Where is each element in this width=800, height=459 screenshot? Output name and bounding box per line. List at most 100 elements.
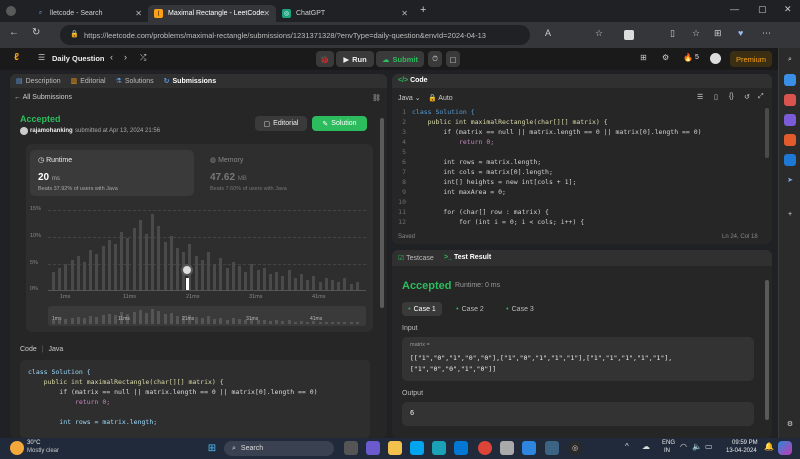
distribution-bar[interactable] [262,268,266,290]
chatgpt-icon[interactable]: ◎ [568,441,582,455]
notification-bell-icon[interactable]: 🔔 [764,442,774,451]
distribution-bar[interactable] [107,240,111,290]
link-icon[interactable]: ⛓ [372,94,381,102]
distribution-bar[interactable] [132,228,136,290]
distribution-bar[interactable] [120,232,124,290]
taskbar-search[interactable]: ⌕ Search [224,441,334,456]
language-indicator-2[interactable]: IN [664,448,670,454]
distribution-bar[interactable] [114,244,117,290]
problem-list-icon[interactable]: ☰ [38,53,45,62]
copilot-icon[interactable]: ♥ [738,28,743,38]
runtime-box[interactable]: ◷ Runtime 20 ms Beats 37.92% of users wi… [30,150,194,196]
distribution-bar[interactable] [324,278,328,290]
distribution-bar[interactable] [89,250,93,290]
distribution-bar[interactable] [163,242,167,290]
next-icon[interactable]: › [124,52,127,62]
shopping-icon[interactable] [784,74,796,86]
distribution-bar[interactable] [64,264,68,290]
tab-search[interactable]: ⌕ lletcode - Search ✕ [30,5,148,22]
distribution-bar[interactable] [176,248,179,290]
left-scrollbar[interactable] [380,118,384,308]
back-icon[interactable]: ← [9,27,19,38]
widgets-icon[interactable] [344,441,358,455]
solution-button[interactable]: ✎ Solution [312,116,367,131]
tab-leetcode[interactable]: ⟨ Maximal Rectangle - LeetCode ✕ [148,5,276,22]
avatar[interactable] [710,53,721,64]
settings-icon[interactable]: ⚙ [784,418,796,430]
distribution-bar[interactable] [244,272,248,290]
distribution-bar[interactable] [306,280,310,290]
case-1-tab[interactable]: • Case 1 [402,302,442,316]
range-slider[interactable]: 1ms 11ms 21ms 31ms 41ms [48,306,366,326]
clock-date[interactable]: 13-04-2024 [726,448,757,454]
distribution-bar[interactable] [312,276,316,290]
distribution-bar[interactable] [145,234,148,290]
distribution-bar[interactable] [349,284,353,290]
favorites-icon[interactable]: ☆ [692,28,700,39]
cloud-icon[interactable]: ☁ [642,442,650,451]
distribution-bar[interactable] [76,256,80,290]
distribution-bar[interactable] [337,282,341,290]
outlook-icon[interactable] [784,154,796,166]
monitor-icon[interactable] [522,441,536,455]
reset-icon[interactable]: ↺ [744,93,750,101]
split-screen-icon[interactable]: ▯ [670,28,675,39]
distribution-bar[interactable] [300,274,303,290]
close-icon[interactable]: ✕ [401,9,408,18]
format-icon[interactable]: {} [729,93,734,100]
new-tab-button[interactable]: + [420,4,426,16]
premium-button[interactable]: Premium [730,51,772,67]
close-icon[interactable]: ✕ [263,9,270,18]
notes-button[interactable]: ▢ [446,51,460,67]
search-icon[interactable]: ⌕ [784,54,796,66]
office-icon[interactable] [784,134,796,146]
extension-icon[interactable] [624,30,634,40]
distribution-bar[interactable] [58,268,62,290]
daily-question-label[interactable]: Daily Question [52,54,105,63]
streak-icon[interactable]: 🔥 [683,53,693,62]
tab-solutions[interactable]: ⚗ Solutions [116,77,154,86]
store-icon[interactable] [500,441,514,455]
more-icon[interactable]: ⋯ [762,28,771,39]
submit-button[interactable]: ☁ Submit [376,51,424,67]
memory-box[interactable]: ◍ Memory 47.62 MB Beats 7.60% of users w… [202,150,366,196]
distribution-bar[interactable] [157,226,161,290]
case-2-tab[interactable]: • Case 2 [450,302,490,316]
add-icon[interactable]: + [784,208,796,220]
tab-submissions[interactable]: ↻ Submissions [164,77,216,86]
distribution-bar[interactable] [281,276,285,290]
shuffle-icon[interactable]: ⤮ [140,53,146,63]
close-window-button[interactable]: ✕ [784,4,792,15]
tab-chatgpt[interactable]: ◎ ChatGPT ✕ [276,5,414,22]
calculator-icon[interactable] [545,441,559,455]
editorial-button[interactable]: ▢ Editorial [255,116,307,131]
edge-icon[interactable] [432,441,446,455]
distribution-bar[interactable] [52,272,55,290]
chrome-icon[interactable] [478,441,492,455]
distribution-bar[interactable] [343,278,347,290]
language-select[interactable]: Java ⌄ [398,94,421,102]
distribution-bar[interactable] [70,260,74,290]
collections-icon[interactable]: ⊞ [714,28,722,39]
weather-icon[interactable] [10,441,24,455]
battery-icon[interactable]: ▭ [705,442,713,451]
settings-icon[interactable]: ⚙ [662,53,669,62]
distribution-bar[interactable] [355,282,359,290]
leetcode-logo-icon[interactable]: ℓ [14,52,24,64]
distribution-bar[interactable] [219,258,223,290]
volume-icon[interactable]: 🔈 [692,442,702,451]
distribution-bar[interactable] [331,280,334,290]
test-result-tab[interactable]: >_ Test Result [444,254,491,261]
tab-editorial[interactable]: ▥ Editorial [71,77,106,86]
refresh-icon[interactable]: ↻ [32,27,40,38]
editor-code-area[interactable]: 1 class Solution {2 public int maximalRec… [392,108,762,228]
distribution-bar[interactable] [238,266,241,290]
distribution-bar[interactable] [318,282,322,290]
distribution-bar[interactable] [101,246,105,290]
run-button[interactable]: ▶ Run [336,51,374,67]
distribution-bar[interactable] [225,268,229,290]
clock-time[interactable]: 09:59 PM [732,440,758,446]
your-runtime-marker[interactable] [181,264,193,276]
prev-icon[interactable]: ‹ [110,52,113,62]
distribution-bar[interactable] [256,270,260,290]
